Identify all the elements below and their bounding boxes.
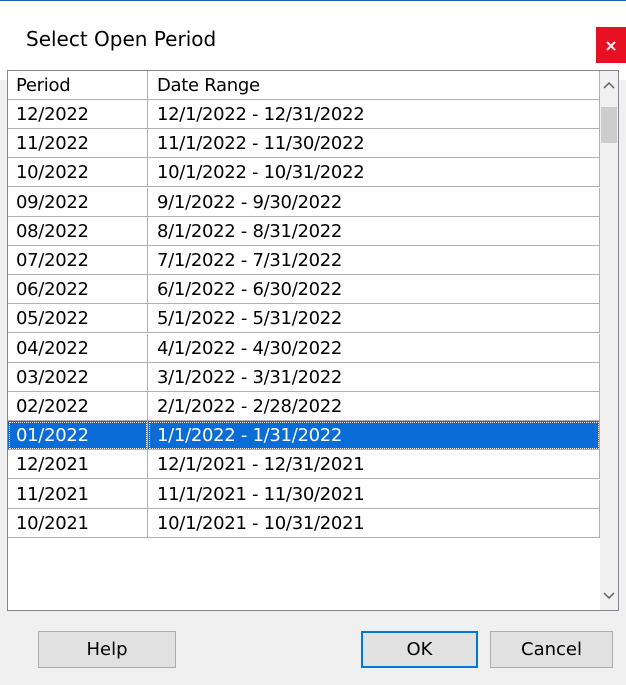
table-row[interactable]: 08/2022 8/1/2022 - 8/31/2022 bbox=[8, 216, 600, 246]
period-cell: 11/2021 bbox=[8, 479, 148, 509]
table-row[interactable]: 03/2022 3/1/2022 - 3/31/2022 bbox=[8, 362, 600, 392]
scroll-up-button[interactable] bbox=[600, 71, 618, 99]
period-cell: 10/2021 bbox=[8, 508, 148, 538]
period-cell: 08/2022 bbox=[8, 216, 148, 246]
close-button[interactable]: × bbox=[596, 27, 626, 63]
table-row[interactable]: 09/2022 9/1/2022 - 9/30/2022 bbox=[8, 187, 600, 217]
chevron-down-icon bbox=[603, 592, 615, 600]
period-cell: 10/2022 bbox=[8, 158, 148, 188]
table-row[interactable]: 10/2021 10/1/2021 - 10/31/2021 bbox=[8, 508, 600, 538]
column-header-date-range[interactable]: Date Range bbox=[148, 71, 600, 100]
table-row[interactable]: 10/2022 10/1/2022 - 10/31/2022 bbox=[8, 158, 600, 188]
table-row[interactable]: 07/2022 7/1/2022 - 7/31/2022 bbox=[8, 246, 600, 275]
date-range-cell: 3/1/2022 - 3/31/2022 bbox=[148, 362, 600, 392]
period-cell: 12/2021 bbox=[8, 450, 148, 480]
period-list[interactable]: Period Date Range 12/2022 12/1/2022 - 12/… bbox=[7, 70, 619, 611]
date-range-cell: 8/1/2022 - 8/31/2022 bbox=[148, 216, 600, 246]
date-range-cell: 7/1/2022 - 7/31/2022 bbox=[148, 246, 600, 275]
help-button[interactable]: Help bbox=[38, 631, 176, 668]
date-range-cell: 10/1/2022 - 10/31/2022 bbox=[148, 158, 600, 188]
period-cell: 05/2022 bbox=[8, 304, 148, 334]
table-row[interactable]: 02/2022 2/1/2022 - 2/28/2022 bbox=[8, 392, 600, 421]
date-range-cell: 12/1/2022 - 12/31/2022 bbox=[148, 100, 600, 129]
close-icon: × bbox=[604, 35, 618, 55]
date-range-cell: 12/1/2021 - 12/31/2021 bbox=[148, 450, 600, 480]
period-cell: 06/2022 bbox=[8, 275, 148, 305]
period-cell: 07/2022 bbox=[8, 246, 148, 275]
period-cell: 04/2022 bbox=[8, 333, 148, 363]
period-cell: 11/2022 bbox=[8, 129, 148, 159]
date-range-cell: 1/1/2022 - 1/31/2022 bbox=[148, 421, 600, 451]
date-range-cell: 11/1/2022 - 11/30/2022 bbox=[148, 129, 600, 159]
date-range-cell: 4/1/2022 - 4/30/2022 bbox=[148, 333, 600, 363]
date-range-cell: 11/1/2021 - 11/30/2021 bbox=[148, 479, 600, 509]
select-open-period-dialog: Select Open Period × Period Date Range 1… bbox=[0, 0, 626, 685]
table-row[interactable]: 12/2022 12/1/2022 - 12/31/2022 bbox=[8, 100, 600, 129]
table-row[interactable]: 04/2022 4/1/2022 - 4/30/2022 bbox=[8, 333, 600, 363]
list-header: Period Date Range bbox=[8, 71, 600, 100]
table-row[interactable]: 12/2021 12/1/2021 - 12/31/2021 bbox=[8, 450, 600, 480]
date-range-cell: 6/1/2022 - 6/30/2022 bbox=[148, 275, 600, 305]
date-range-cell: 10/1/2021 - 10/31/2021 bbox=[148, 508, 600, 538]
period-cell: 02/2022 bbox=[8, 392, 148, 421]
period-cell: 03/2022 bbox=[8, 362, 148, 392]
scroll-thumb[interactable] bbox=[601, 107, 617, 143]
scroll-down-button[interactable] bbox=[600, 582, 618, 610]
table-row[interactable]: 11/2021 11/1/2021 - 11/30/2021 bbox=[8, 479, 600, 509]
date-range-cell: 5/1/2022 - 5/31/2022 bbox=[148, 304, 600, 334]
column-header-period[interactable]: Period bbox=[8, 71, 148, 100]
table-row[interactable]: 11/2022 11/1/2022 - 11/30/2022 bbox=[8, 129, 600, 159]
date-range-cell: 9/1/2022 - 9/30/2022 bbox=[148, 187, 600, 217]
date-range-cell: 2/1/2022 - 2/28/2022 bbox=[148, 392, 600, 421]
vertical-scrollbar[interactable] bbox=[600, 71, 618, 610]
title-bar: Select Open Period × bbox=[0, 0, 626, 80]
table-row[interactable]: 05/2022 5/1/2022 - 5/31/2022 bbox=[8, 304, 600, 334]
table-row[interactable]: 01/2022 1/1/2022 - 1/31/2022 bbox=[8, 421, 600, 451]
period-cell: 01/2022 bbox=[8, 421, 148, 451]
period-cell: 12/2022 bbox=[8, 100, 148, 129]
ok-button[interactable]: OK bbox=[361, 631, 478, 668]
cancel-button[interactable]: Cancel bbox=[490, 631, 613, 668]
period-cell: 09/2022 bbox=[8, 187, 148, 217]
dialog-title: Select Open Period bbox=[26, 27, 217, 51]
chevron-up-icon bbox=[603, 81, 615, 89]
table-row[interactable]: 06/2022 6/1/2022 - 6/30/2022 bbox=[8, 275, 600, 305]
